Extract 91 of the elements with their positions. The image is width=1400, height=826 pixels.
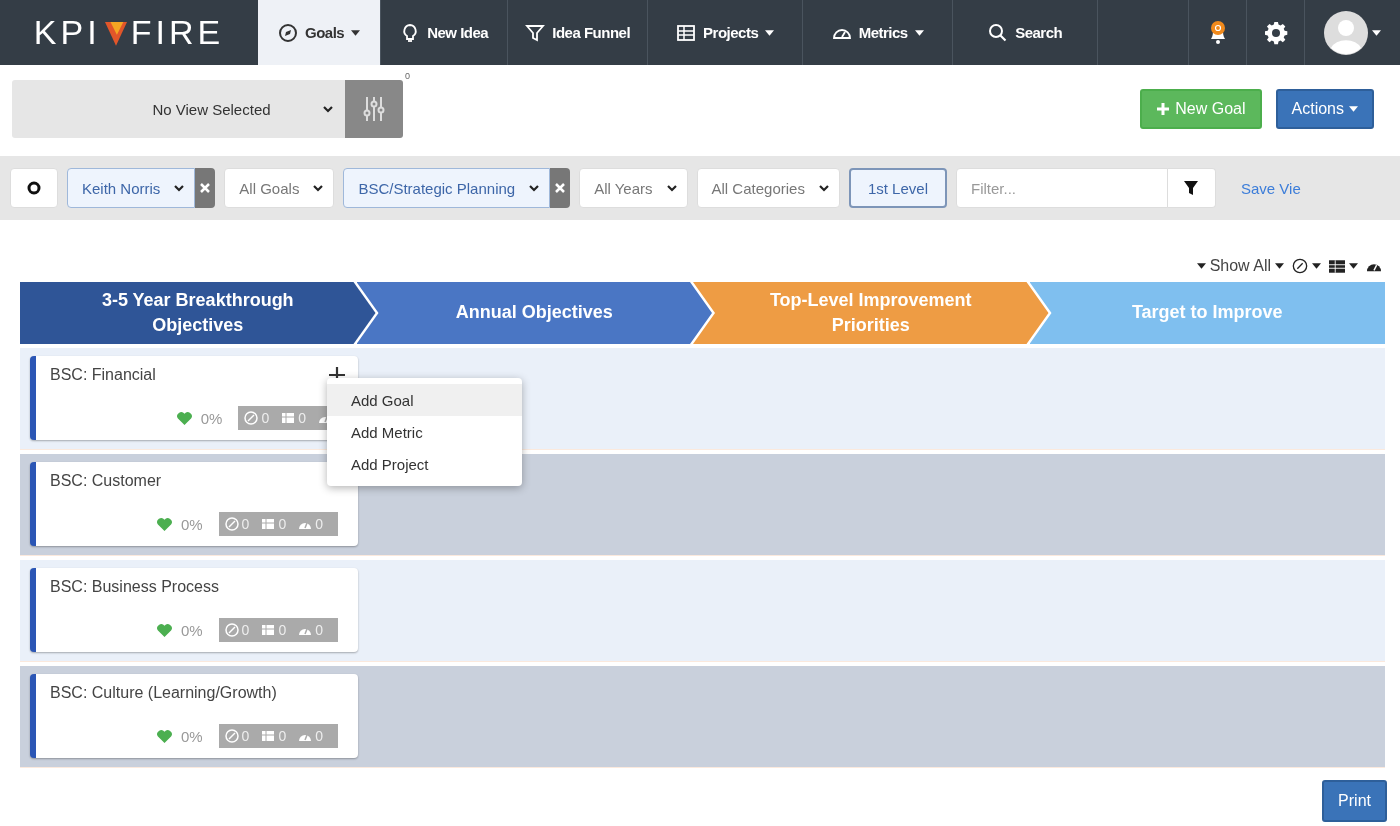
- heart-icon: [175, 410, 193, 426]
- stage-header: Annual Objectives: [356, 282, 712, 344]
- filter-dropdown[interactable]: All Goals: [224, 168, 335, 208]
- count-value: 0: [241, 728, 250, 744]
- nav-item[interactable]: New Idea: [381, 0, 509, 65]
- view-settings-button[interactable]: [345, 80, 403, 138]
- chevron-down-icon: [313, 184, 324, 192]
- settings-icon: [1263, 20, 1288, 45]
- goal-filter-dropdown[interactable]: [1292, 258, 1321, 274]
- print-button[interactable]: Print: [1322, 780, 1387, 822]
- circle-icon: [27, 181, 41, 195]
- funnel-icon: [1183, 180, 1200, 196]
- menu-item[interactable]: Add Goal: [327, 384, 522, 416]
- caret-icon: [1372, 29, 1381, 36]
- metric-filter-dropdown[interactable]: [1329, 259, 1358, 273]
- chevron-down-icon: [818, 184, 829, 192]
- filter-dropdown[interactable]: Keith Norris: [67, 168, 196, 208]
- compass-icon: [1292, 258, 1308, 274]
- goal-count-icon: [224, 517, 239, 531]
- count-value: 0: [278, 622, 287, 638]
- menu-item[interactable]: Add Metric: [327, 416, 522, 448]
- progress-percent: 0%: [180, 515, 203, 533]
- level-toggle-button[interactable]: 1st Level: [848, 168, 947, 208]
- caret-icon: [1349, 263, 1358, 269]
- filter-input[interactable]: Filter...: [955, 168, 1168, 208]
- clear-filter-button[interactable]: [195, 168, 216, 208]
- count-badge: 0: [402, 70, 413, 82]
- sliders-icon: [362, 96, 386, 122]
- goal-card[interactable]: BSC: Culture (Learning/Growth) 0% 0 0 0: [30, 674, 358, 758]
- logo-text: FIRE: [130, 13, 225, 52]
- nav-item[interactable]: Metrics: [803, 0, 954, 65]
- filter-dropdown[interactable]: All Years: [579, 168, 688, 208]
- avatar-icon: [1324, 10, 1368, 55]
- nav-item[interactable]: Search: [953, 0, 1099, 65]
- caret-icon: [1275, 263, 1284, 269]
- metric-count-icon: [261, 623, 276, 637]
- goal-count-icon: [224, 623, 239, 637]
- count-value: 0: [315, 516, 323, 532]
- table-icon: [1329, 259, 1345, 273]
- toggle-button[interactable]: [10, 168, 58, 208]
- filter-dropdown[interactable]: BSC/Strategic Planning: [343, 168, 551, 208]
- heart-icon: [155, 728, 173, 744]
- chevron-down-icon: [666, 184, 677, 192]
- count-value: 0: [298, 410, 306, 426]
- chevron-down-icon: [174, 184, 185, 192]
- progress-percent: 0%: [180, 727, 203, 745]
- goal-count-icon: [244, 411, 259, 425]
- close-icon: [200, 183, 211, 193]
- count-value: 0: [261, 410, 270, 426]
- count-value: 0: [241, 622, 250, 638]
- filter-dropdown[interactable]: All Categories: [696, 168, 840, 208]
- progress-percent: 0%: [200, 409, 223, 427]
- count-value: 0: [241, 516, 250, 532]
- metric-count-icon: [281, 411, 296, 425]
- goal-title: BSC: Business Process: [50, 578, 219, 596]
- filter-button[interactable]: [1167, 168, 1216, 208]
- count-value: 0: [315, 622, 323, 638]
- chevron-down-icon: [529, 184, 540, 192]
- actions-button[interactable]: Actions: [1275, 89, 1374, 129]
- heart-icon: [155, 622, 173, 638]
- progress-percent: 0%: [180, 621, 203, 639]
- caret-icon: [1349, 106, 1358, 112]
- funnel-icon: [525, 22, 546, 43]
- nav-item[interactable]: Projects: [648, 0, 804, 65]
- view-select[interactable]: No View Selected: [12, 80, 345, 138]
- count-value: 0: [278, 516, 287, 532]
- nav-item[interactable]: Goals: [258, 0, 382, 65]
- goal-card[interactable]: BSC: Business Process 0% 0 0 0: [30, 568, 358, 652]
- count-value: 0: [278, 728, 287, 744]
- stage-header: Target to Improve: [1029, 282, 1385, 344]
- logo-text: KPI: [33, 13, 101, 52]
- stage-header: Top-Level Improvement Priorities: [693, 282, 1049, 344]
- clear-filter-button[interactable]: [550, 168, 571, 208]
- caret-icon: [1196, 263, 1206, 269]
- show-all-dropdown[interactable]: Show All: [1196, 257, 1284, 275]
- goal-count-icon: [224, 729, 239, 743]
- heart-icon: [155, 516, 173, 532]
- caret-icon: [1312, 263, 1321, 269]
- compass-icon: [278, 22, 298, 43]
- goal-title: BSC: Financial: [50, 366, 156, 384]
- count-value: 0: [315, 728, 323, 744]
- goal-title: BSC: Culture (Learning/Growth): [50, 684, 277, 702]
- metric-count-icon: [261, 517, 276, 531]
- chevron-down-icon: [323, 105, 333, 113]
- search-icon: [988, 22, 1009, 43]
- grid-icon: [676, 22, 697, 43]
- plus-icon: [1156, 102, 1171, 116]
- metric-count-icon: [261, 729, 276, 743]
- nav-item[interactable]: Idea Funnel: [508, 0, 649, 65]
- close-icon: [555, 183, 566, 193]
- stage-header: 3-5 Year Breakthrough Objectives: [20, 282, 376, 344]
